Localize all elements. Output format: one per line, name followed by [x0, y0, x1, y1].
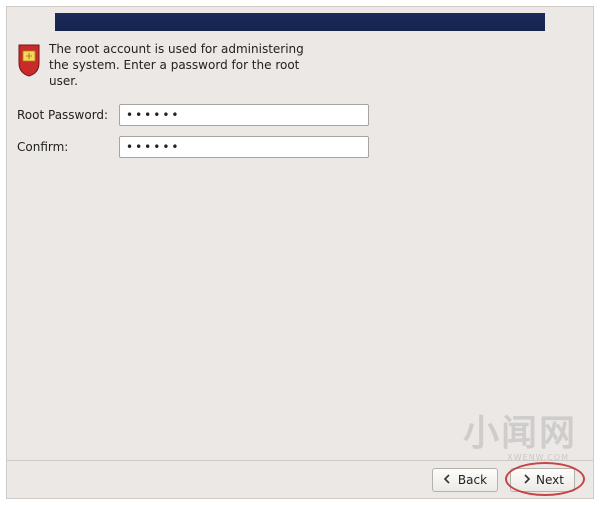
content-area: The root account is used for administeri… — [17, 41, 583, 168]
back-button[interactable]: Back — [432, 468, 498, 492]
header-banner — [55, 13, 545, 31]
shield-icon — [17, 43, 41, 77]
root-password-input[interactable] — [119, 104, 369, 126]
confirm-row: Confirm: — [17, 136, 583, 158]
arrow-right-icon — [521, 473, 531, 487]
root-password-label: Root Password: — [17, 108, 113, 122]
intro-row: The root account is used for administeri… — [17, 41, 583, 90]
arrow-left-icon — [443, 473, 453, 487]
next-button[interactable]: Next — [510, 468, 575, 492]
root-password-row: Root Password: — [17, 104, 583, 126]
watermark-text: 小闻网 — [463, 404, 577, 456]
back-button-label: Back — [458, 473, 487, 487]
next-button-label: Next — [536, 473, 564, 487]
footer-bar: Back Next — [7, 460, 593, 498]
confirm-label: Confirm: — [17, 140, 113, 154]
dialog-window: The root account is used for administeri… — [6, 6, 594, 499]
confirm-input[interactable] — [119, 136, 369, 158]
intro-text: The root account is used for administeri… — [49, 41, 309, 90]
